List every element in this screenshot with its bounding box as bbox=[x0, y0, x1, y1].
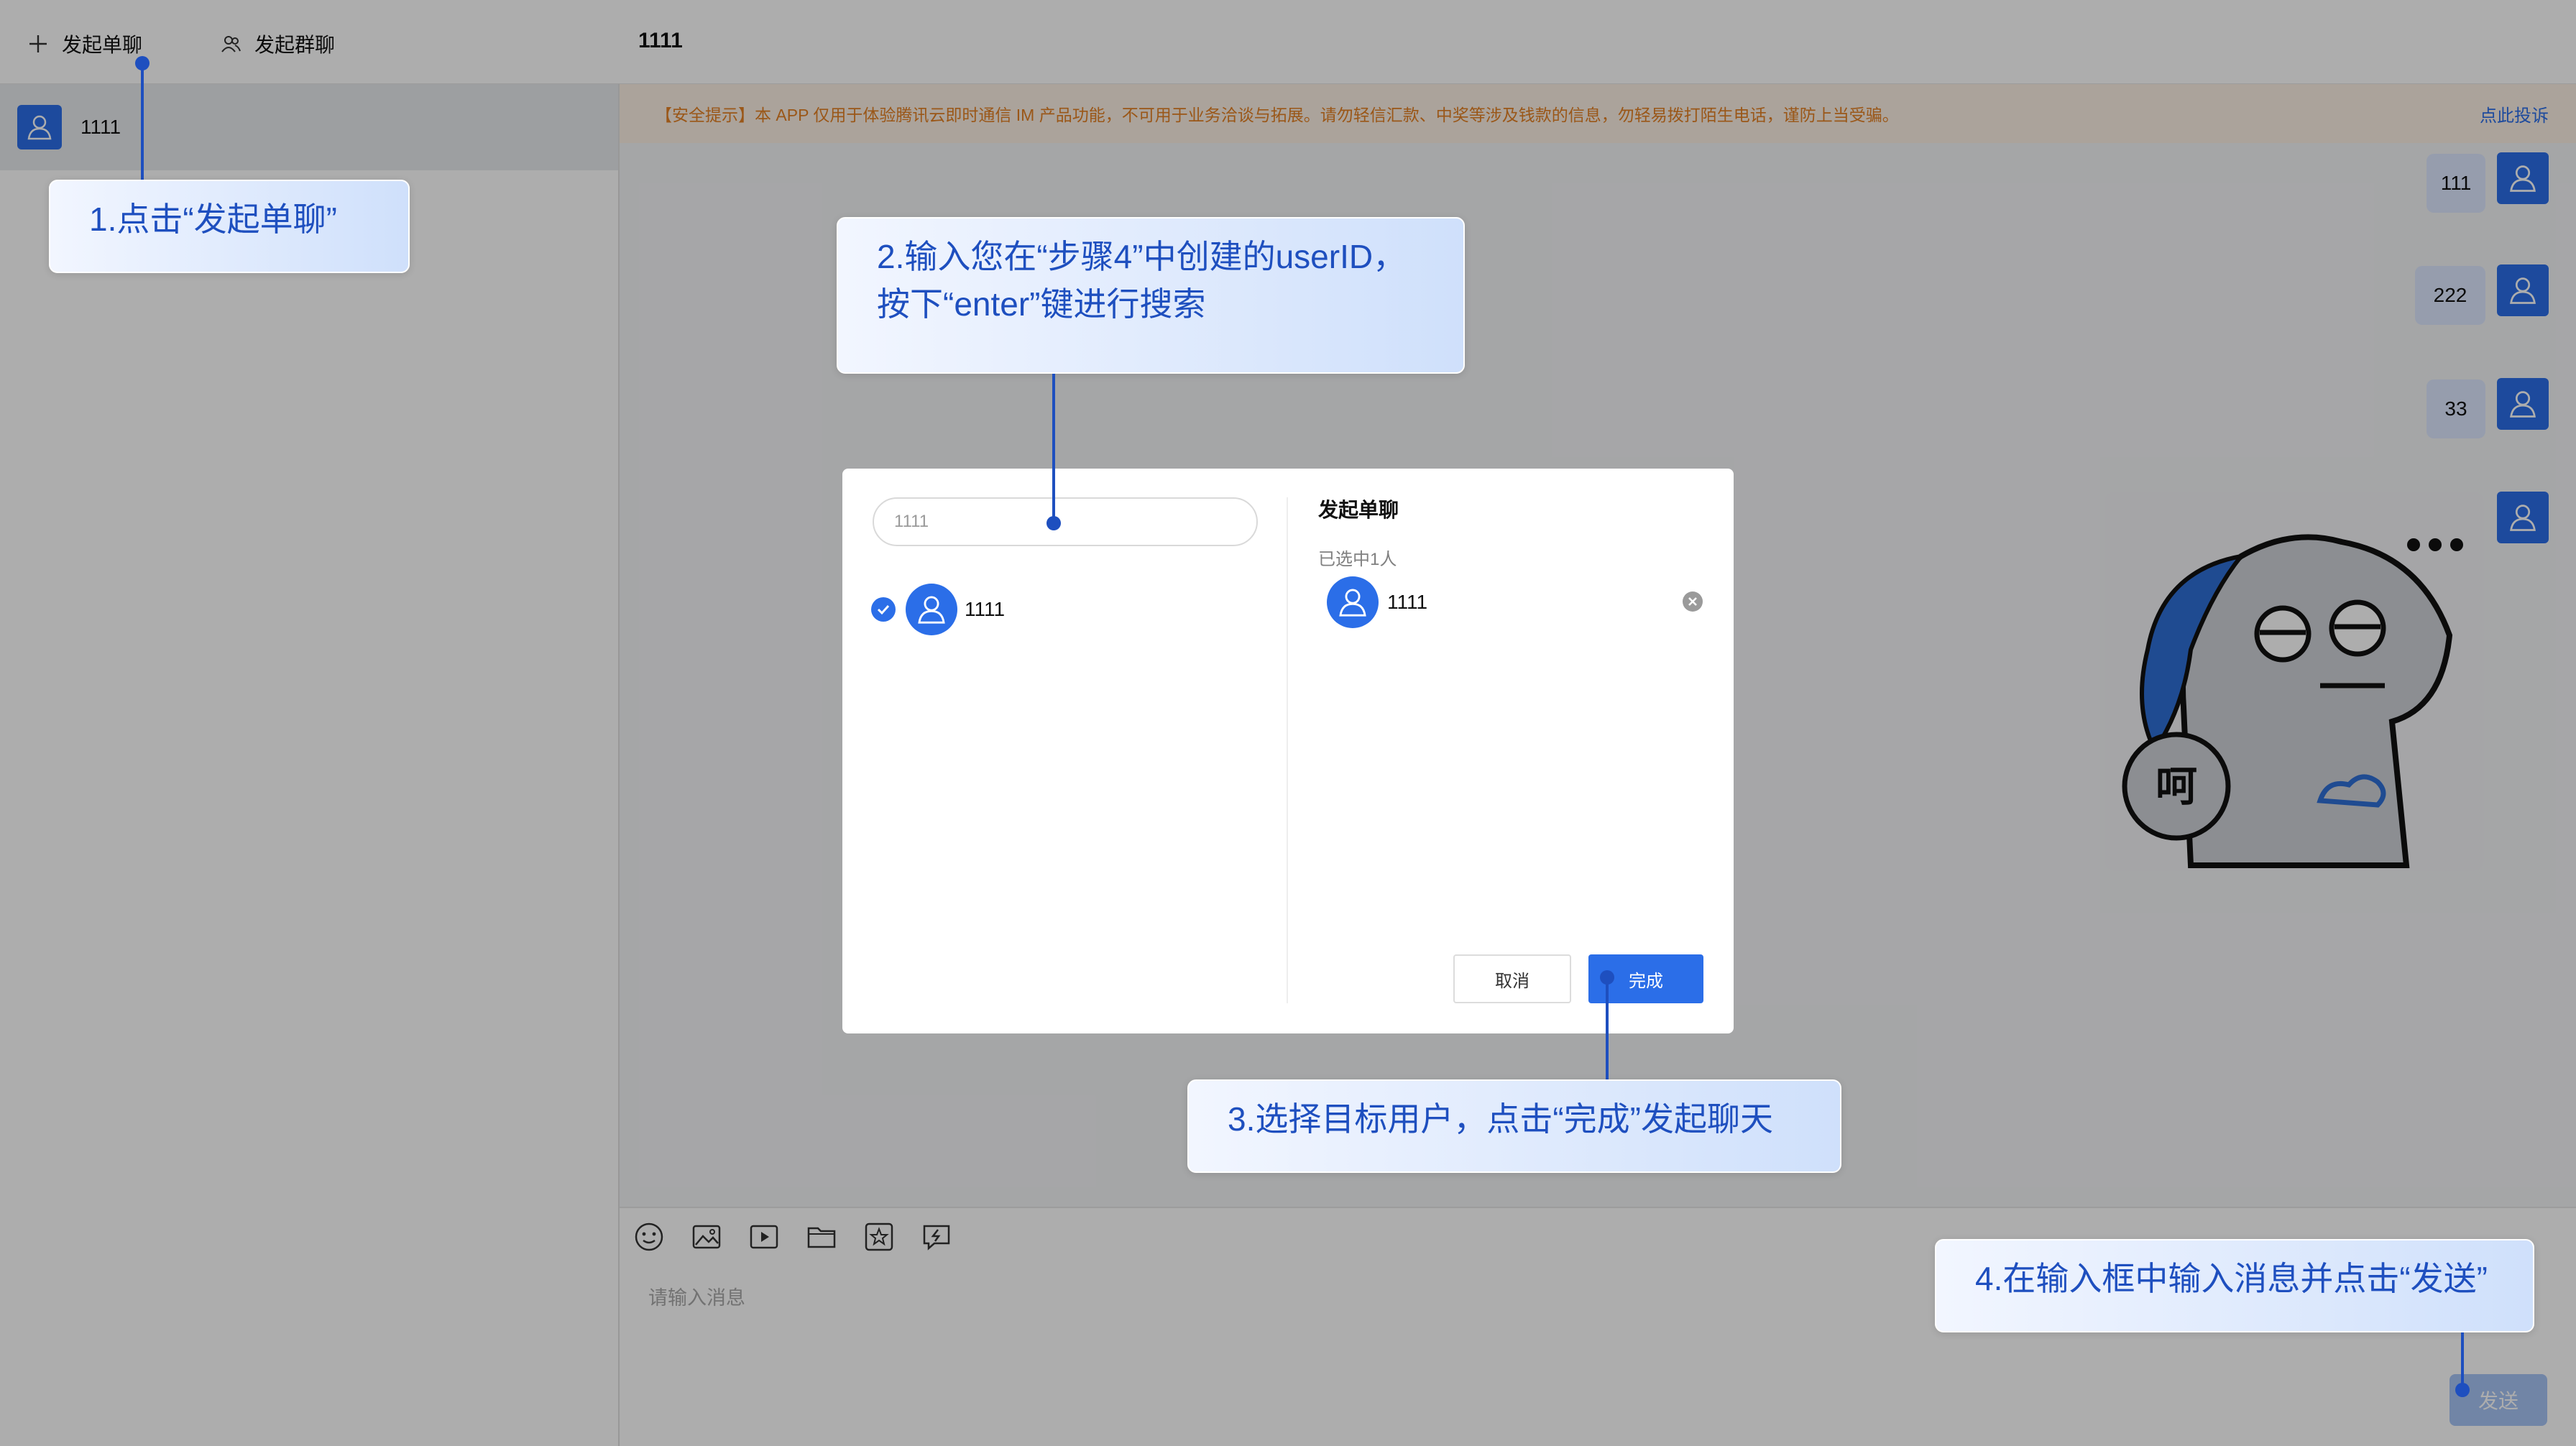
user-icon bbox=[918, 596, 945, 624]
annotation-step-1: 1.点击“发起单聊” bbox=[49, 180, 410, 273]
selected-name: 1111 bbox=[1387, 591, 1428, 613]
user-search-input[interactable]: 1111 bbox=[873, 497, 1258, 546]
dialog-divider bbox=[1287, 497, 1288, 1003]
annotation-step-4: 4.在输入框中输入消息并点击“发送” bbox=[1935, 1239, 2534, 1332]
result-name: 1111 bbox=[965, 598, 1006, 620]
new-chat-dialog bbox=[842, 469, 1734, 1033]
annotation-connector bbox=[1606, 977, 1609, 1081]
avatar bbox=[906, 584, 957, 635]
check-icon bbox=[877, 604, 890, 615]
annotation-connector bbox=[1052, 374, 1055, 523]
selected-user-item: 1111 bbox=[1327, 574, 1708, 631]
cancel-button[interactable]: 取消 bbox=[1453, 954, 1571, 1003]
checkbox-checked-icon[interactable] bbox=[871, 597, 896, 622]
search-result-item[interactable]: 1111 bbox=[871, 581, 1245, 638]
dialog-title: 发起单聊 bbox=[1318, 499, 1399, 521]
annotation-dot bbox=[135, 56, 150, 70]
annotation-step-2: 2.输入您在“步骤4”中创建的userID， 按下“enter”键进行搜索 bbox=[837, 217, 1465, 374]
search-value: 1111 bbox=[894, 512, 929, 531]
selected-count: 已选中1人 bbox=[1318, 550, 1397, 569]
annotation-text: 按下“enter”键进行搜索 bbox=[877, 285, 1206, 323]
annotation-step-3: 3.选择目标用户，点击“完成”发起聊天 bbox=[1187, 1079, 1841, 1173]
annotation-text: 2.输入您在“步骤4”中创建的userID， bbox=[877, 238, 1407, 275]
annotation-text: 4.在输入框中输入消息并点击“发送” bbox=[1975, 1260, 2488, 1297]
annotation-dot bbox=[1046, 516, 1061, 530]
annotation-text: 3.选择目标用户，点击“完成”发起聊天 bbox=[1228, 1100, 1773, 1138]
annotation-dot bbox=[2455, 1383, 2470, 1397]
annotation-connector bbox=[2461, 1332, 2464, 1389]
annotation-connector bbox=[141, 63, 144, 180]
remove-icon[interactable] bbox=[1682, 591, 1703, 612]
annotation-text: 1.点击“发起单聊” bbox=[89, 201, 337, 238]
avatar bbox=[1327, 576, 1379, 628]
user-icon bbox=[1339, 589, 1366, 617]
